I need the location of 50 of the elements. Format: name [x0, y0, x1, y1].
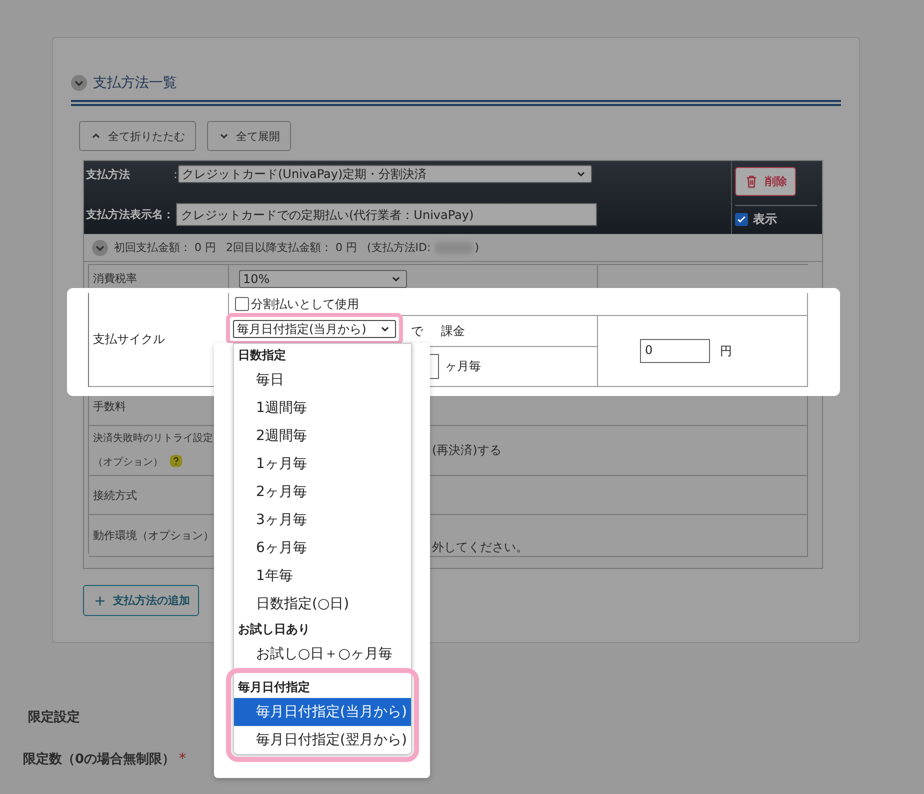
expand-all-button[interactable]: 全て展開 — [207, 121, 291, 151]
group-label: 毎月日付指定 — [237, 679, 311, 696]
dropdown-option[interactable]: 毎月日付指定(当月から) — [234, 698, 411, 726]
dropdown-option[interactable]: 日数指定(○日) — [234, 590, 411, 618]
dropdown-option[interactable]: 毎日 — [234, 366, 411, 394]
cell-text: 外してください。 — [432, 539, 528, 556]
section-heading: 限定設定 — [28, 708, 81, 726]
row-label: 接続方式 — [93, 488, 137, 504]
checkbox[interactable] — [235, 297, 249, 311]
plus-icon — [94, 594, 106, 606]
summary-text: ) — [474, 241, 480, 254]
field-label: 支払方法表示名： — [86, 206, 175, 222]
text-field[interactable]: クレジットカードでの定期払い(代行業者：UnivaPay) — [176, 202, 597, 226]
check-icon — [736, 214, 747, 225]
dropdown-option[interactable]: 2ヶ月毎 — [234, 478, 411, 506]
unit-label: ヶ月毎 — [445, 358, 481, 375]
field-label: 限定数（0の場合無制限） — [23, 750, 176, 768]
trash-icon — [744, 174, 759, 189]
row-label: 動作環境（オプション） — [93, 528, 214, 544]
dropdown-option[interactable]: 2週間毎 — [234, 422, 411, 450]
required-mark: * — [179, 751, 186, 767]
group-label: お試し日あり — [237, 621, 311, 638]
group-label: 日数指定 — [237, 347, 287, 364]
field-label: ： — [170, 166, 178, 182]
dropdown-option[interactable]: お試し○日＋○ヶ月毎 — [234, 640, 411, 668]
summary-text: (支払方法ID: — [367, 240, 431, 255]
select-field[interactable]: 毎月日付指定(当月から) — [233, 320, 396, 338]
dropdown-option[interactable]: 1ヶ月毎 — [234, 450, 411, 478]
dropdown-option[interactable]: 1週間毎 — [234, 394, 411, 422]
dropdown-option[interactable]: 3ヶ月毎 — [234, 506, 411, 534]
checkbox[interactable] — [735, 213, 748, 226]
collapse-all-button[interactable]: 全て折りたたむ — [79, 121, 196, 151]
unit-label: で — [411, 322, 423, 340]
unit-label: 課金 — [441, 322, 465, 340]
field-label: 支払方法 — [86, 166, 131, 182]
dropdown-option[interactable]: 1年毎 — [234, 562, 411, 590]
checkbox-label: 表示 — [753, 211, 777, 228]
section-title: 支払方法一覧 — [93, 74, 177, 92]
unit-label: 円 — [720, 342, 732, 360]
select-field[interactable]: クレジットカード(UnivaPay)定期・分割決済 — [178, 165, 592, 183]
summary-text: 2回目以降支払金額： 0 円 — [226, 240, 357, 255]
select-field[interactable]: 10% — [239, 270, 407, 288]
row-label: 決済失敗時のリトライ設定（オプション） — [93, 432, 213, 468]
summary-text: 初回支払金額： 0 円 — [114, 240, 216, 255]
checkbox-label: 分割払いとして使用 — [251, 296, 359, 312]
text-field[interactable]: 0 — [640, 339, 710, 363]
dropdown-option[interactable]: 毎月日付指定(翌月から) — [234, 726, 411, 754]
cell-text: (再決済)する — [432, 442, 502, 459]
row-label: 手数料 — [93, 398, 126, 414]
dropdown-option[interactable]: 6ヶ月毎 — [234, 534, 411, 562]
